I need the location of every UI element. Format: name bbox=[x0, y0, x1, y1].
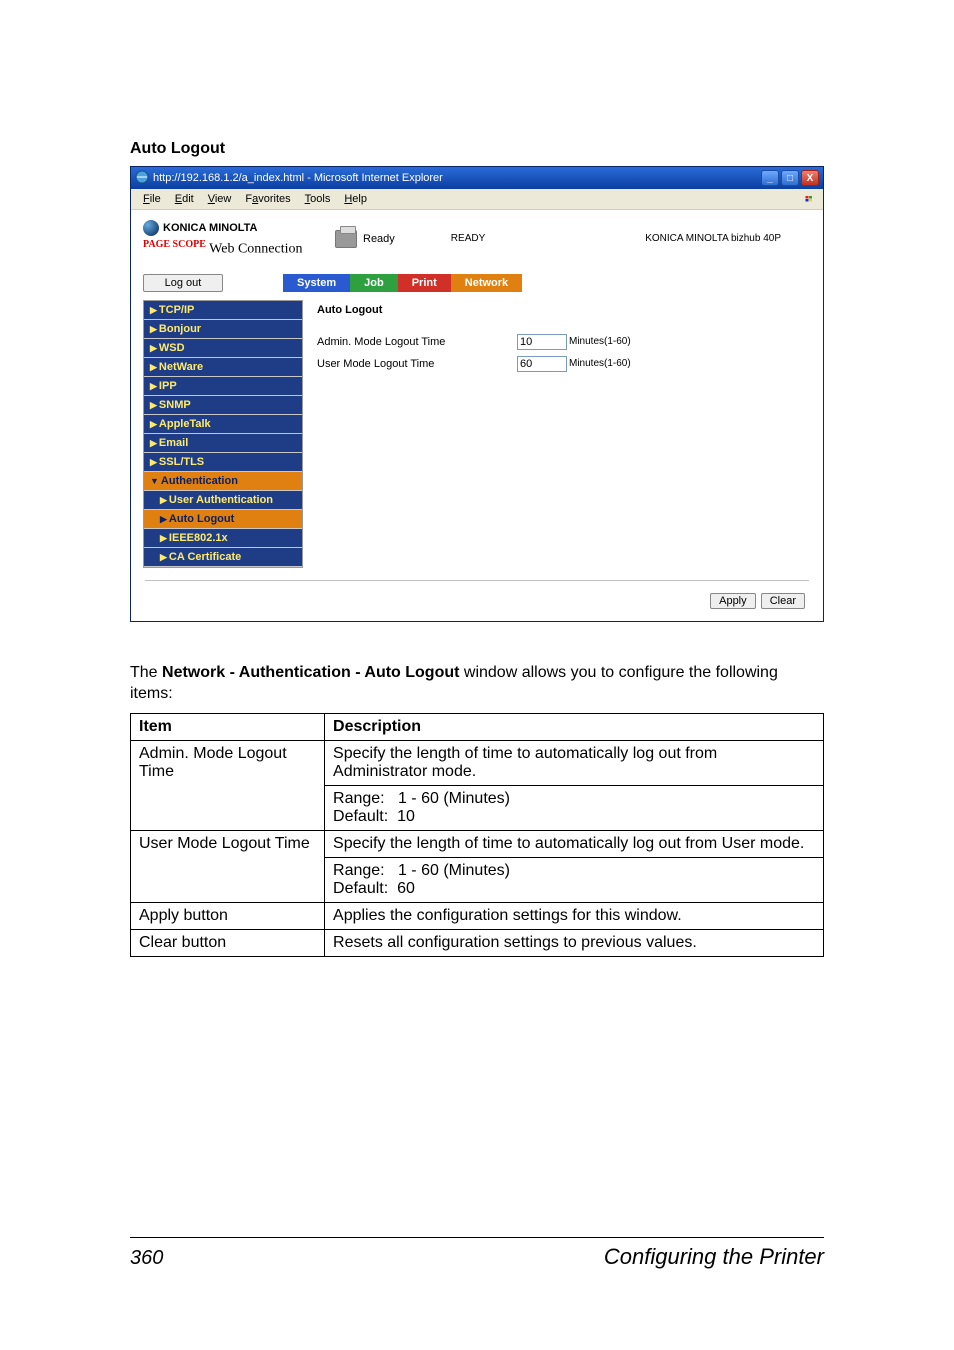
sidebar-item-snmp[interactable]: ▶SNMP bbox=[144, 396, 302, 415]
table-row: Admin. Mode Logout Time Specify the leng… bbox=[131, 740, 824, 785]
tab-row: Log out System Job Print Network bbox=[143, 274, 811, 292]
cell-item: Clear button bbox=[131, 929, 325, 956]
content-area: KONICA MINOLTA PAGE SCOPE Web Connection… bbox=[131, 210, 823, 621]
brand-text: KONICA MINOLTA bbox=[163, 222, 258, 234]
section-title: Auto Logout bbox=[130, 140, 824, 158]
page-header: KONICA MINOLTA PAGE SCOPE Web Connection… bbox=[137, 216, 817, 266]
cell-desc: Applies the configuration settings for t… bbox=[325, 902, 824, 929]
brand-sub: PAGE SCOPE Web Connection bbox=[143, 239, 333, 258]
th-desc: Description bbox=[325, 713, 824, 740]
minimize-button[interactable]: _ bbox=[761, 170, 779, 186]
cell-item: Admin. Mode Logout Time bbox=[131, 740, 325, 830]
sidebar-item-email[interactable]: ▶Email bbox=[144, 434, 302, 453]
label-admin-logout: Admin. Mode Logout Time bbox=[317, 336, 517, 348]
cell-item: Apply button bbox=[131, 902, 325, 929]
printer-icon bbox=[335, 230, 357, 248]
ie-icon bbox=[135, 170, 149, 187]
cell-desc: Resets all configuration settings to pre… bbox=[325, 929, 824, 956]
table-row: Clear button Resets all configuration se… bbox=[131, 929, 824, 956]
body-text: The Network - Authentication - Auto Logo… bbox=[130, 662, 824, 705]
menu-edit[interactable]: Edit bbox=[169, 191, 200, 207]
titlebar: http://192.168.1.2/a_index.html - Micros… bbox=[131, 167, 823, 189]
sidebar-item-netware[interactable]: ▶NetWare bbox=[144, 358, 302, 377]
tab-print[interactable]: Print bbox=[398, 274, 451, 292]
form-area: Auto Logout Admin. Mode Logout Time Minu… bbox=[307, 300, 811, 382]
sidebar-item-ipp[interactable]: ▶IPP bbox=[144, 377, 302, 396]
window-controls: _ □ X bbox=[761, 170, 819, 186]
menu-view[interactable]: View bbox=[202, 191, 238, 207]
label-user-logout: User Mode Logout Time bbox=[317, 358, 517, 370]
status-ready: Ready bbox=[363, 233, 395, 245]
menu-favorites[interactable]: Favorites bbox=[239, 191, 296, 207]
sidebar-item-bonjour[interactable]: ▶Bonjour bbox=[144, 320, 302, 339]
sidebar: ▶TCP/IP ▶Bonjour ▶WSD ▶NetWare ▶IPP ▶SNM… bbox=[143, 300, 303, 568]
menu-tools[interactable]: Tools bbox=[299, 191, 337, 207]
maximize-button[interactable]: □ bbox=[781, 170, 799, 186]
cell-desc: Range: 1 - 60 (Minutes) Default: 60 bbox=[325, 857, 824, 902]
description-table: Item Description Admin. Mode Logout Time… bbox=[130, 713, 824, 957]
menubar: File Edit View Favorites Tools Help bbox=[131, 189, 823, 210]
input-user-logout[interactable] bbox=[517, 356, 567, 372]
sidebar-item-ssltls[interactable]: ▶SSL/TLS bbox=[144, 453, 302, 472]
logout-button[interactable]: Log out bbox=[143, 274, 223, 292]
footer-text: Configuring the Printer bbox=[604, 1244, 824, 1270]
menu-file[interactable]: File bbox=[137, 191, 167, 207]
cell-desc: Specify the length of time to automatica… bbox=[325, 740, 824, 785]
globe-icon bbox=[143, 220, 159, 236]
tab-network[interactable]: Network bbox=[451, 274, 522, 292]
cell-desc: Range: 1 - 60 (Minutes) Default: 10 bbox=[325, 785, 824, 830]
button-row: Apply Clear bbox=[137, 587, 817, 615]
printer-status: Ready READY bbox=[335, 230, 485, 248]
form-row-admin: Admin. Mode Logout Time Minutes(1-60) bbox=[317, 334, 801, 350]
browser-window: http://192.168.1.2/a_index.html - Micros… bbox=[130, 166, 824, 622]
windows-flag-icon bbox=[799, 191, 819, 207]
window-title: http://192.168.1.2/a_index.html - Micros… bbox=[153, 172, 443, 184]
close-button[interactable]: X bbox=[801, 170, 819, 186]
cell-item: User Mode Logout Time bbox=[131, 830, 325, 902]
sidebar-item-tcpip[interactable]: ▶TCP/IP bbox=[144, 301, 302, 320]
divider bbox=[145, 580, 809, 581]
menu-help[interactable]: Help bbox=[338, 191, 373, 207]
sidebar-item-wsd[interactable]: ▶WSD bbox=[144, 339, 302, 358]
unit-admin: Minutes(1-60) bbox=[569, 336, 631, 347]
cell-desc: Specify the length of time to automatica… bbox=[325, 830, 824, 857]
tab-system[interactable]: System bbox=[283, 274, 350, 292]
sidebar-item-ca-cert[interactable]: ▶CA Certificate bbox=[144, 548, 302, 567]
table-row: Apply button Applies the configuration s… bbox=[131, 902, 824, 929]
form-title: Auto Logout bbox=[317, 304, 801, 316]
page-number: 360 bbox=[130, 1247, 163, 1270]
input-admin-logout[interactable] bbox=[517, 334, 567, 350]
th-item: Item bbox=[131, 713, 325, 740]
apply-button[interactable]: Apply bbox=[710, 593, 756, 609]
sidebar-item-user-auth[interactable]: ▶User Authentication bbox=[144, 491, 302, 510]
model-text: KONICA MINOLTA bizhub 40P bbox=[645, 233, 811, 244]
sidebar-item-ieee8021x[interactable]: ▶IEEE802.1x bbox=[144, 529, 302, 548]
sidebar-item-appletalk[interactable]: ▶AppleTalk bbox=[144, 415, 302, 434]
form-row-user: User Mode Logout Time Minutes(1-60) bbox=[317, 356, 801, 372]
sidebar-item-auto-logout[interactable]: ▶Auto Logout bbox=[144, 510, 302, 529]
footer: 360 Configuring the Printer bbox=[130, 1237, 824, 1270]
clear-button[interactable]: Clear bbox=[761, 593, 805, 609]
status-label: READY bbox=[451, 233, 485, 244]
table-row: User Mode Logout Time Specify the length… bbox=[131, 830, 824, 857]
tab-job[interactable]: Job bbox=[350, 274, 398, 292]
sidebar-item-authentication[interactable]: ▼Authentication bbox=[144, 472, 302, 491]
unit-user: Minutes(1-60) bbox=[569, 358, 631, 369]
